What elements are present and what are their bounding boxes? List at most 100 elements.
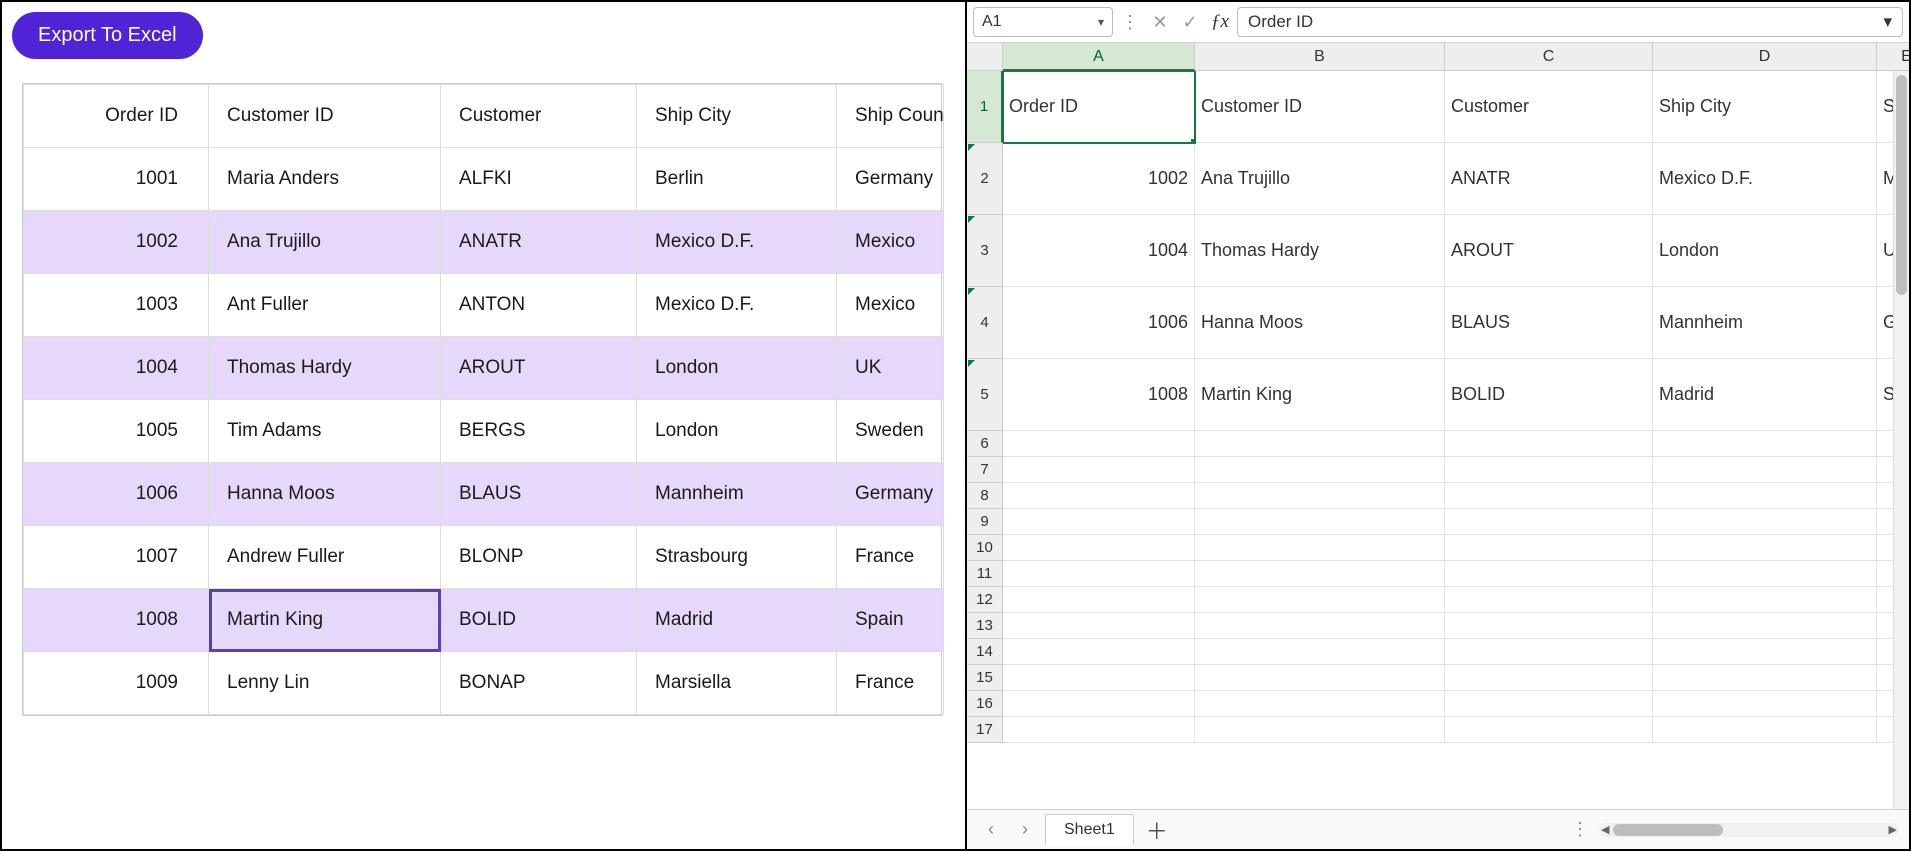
chevron-down-icon[interactable]: ▾ — [1883, 12, 1892, 32]
cell[interactable]: Martin King — [1195, 359, 1445, 431]
sheet-tab[interactable]: Sheet1 — [1045, 814, 1134, 845]
cell[interactable] — [1195, 535, 1445, 561]
more-icon[interactable]: ⋮ — [1567, 819, 1593, 840]
cell[interactable] — [1653, 509, 1877, 535]
column-header[interactable]: B — [1195, 43, 1445, 71]
cell[interactable] — [1195, 587, 1445, 613]
cell[interactable]: 1004 — [1003, 215, 1195, 287]
cell[interactable]: Madrid — [1653, 359, 1877, 431]
row-header[interactable]: 1 — [967, 71, 1003, 143]
cell[interactable] — [1195, 691, 1445, 717]
cell[interactable]: ALFKI — [441, 148, 637, 211]
row-header[interactable]: 12 — [967, 587, 1003, 613]
table-row[interactable]: 1001Maria AndersALFKIBerlinGermany — [24, 148, 944, 211]
cell[interactable]: France — [837, 652, 944, 715]
cell[interactable]: 1004 — [24, 337, 209, 400]
sheet-area[interactable]: ABCDE 1234567891011121314151617 Order ID… — [967, 43, 1909, 809]
cell[interactable] — [1003, 691, 1195, 717]
cell[interactable]: Mexico D.F. — [637, 274, 837, 337]
row-header[interactable]: 15 — [967, 665, 1003, 691]
cell[interactable] — [1003, 613, 1195, 639]
cell[interactable] — [1195, 509, 1445, 535]
cell[interactable]: Hanna Moos — [1195, 287, 1445, 359]
cell[interactable]: BOLID — [1445, 359, 1653, 431]
cell[interactable] — [1653, 691, 1877, 717]
cell[interactable]: Madrid — [637, 589, 837, 652]
column-header[interactable]: Customer — [441, 85, 637, 148]
cell[interactable] — [1445, 561, 1653, 587]
cell[interactable]: Germany — [837, 463, 944, 526]
cell[interactable] — [1445, 587, 1653, 613]
row-header[interactable]: 11 — [967, 561, 1003, 587]
cell[interactable]: Lenny Lin — [209, 652, 441, 715]
cell[interactable]: BLAUS — [1445, 287, 1653, 359]
cell[interactable]: Ant Fuller — [209, 274, 441, 337]
table-row[interactable]: 1007Andrew FullerBLONPStrasbourgFrance — [24, 526, 944, 589]
cell[interactable]: 1008 — [1003, 359, 1195, 431]
cell[interactable]: 1009 — [24, 652, 209, 715]
cell[interactable]: 1003 — [24, 274, 209, 337]
fx-icon[interactable]: ƒx — [1207, 11, 1233, 33]
column-header[interactable]: D — [1653, 43, 1877, 71]
cell[interactable]: Spain — [837, 589, 944, 652]
cell[interactable]: 1005 — [24, 400, 209, 463]
cell[interactable]: Berlin — [637, 148, 837, 211]
row-header[interactable]: 7 — [967, 457, 1003, 483]
cell[interactable] — [1003, 431, 1195, 457]
cell[interactable]: BLONP — [441, 526, 637, 589]
row-header[interactable]: 4 — [967, 287, 1003, 359]
row-header[interactable]: 8 — [967, 483, 1003, 509]
column-header[interactable]: Order ID — [24, 85, 209, 148]
cell[interactable]: Ship City — [1653, 71, 1877, 143]
cell[interactable]: Mexico D.F. — [1653, 143, 1877, 215]
cell[interactable]: ANTON — [441, 274, 637, 337]
cell[interactable] — [1195, 483, 1445, 509]
table-row[interactable]: 1008Martin KingBOLIDMadridSpain — [24, 589, 944, 652]
cell[interactable]: Order ID — [1003, 71, 1195, 143]
cell[interactable] — [1653, 665, 1877, 691]
cell[interactable]: Martin King — [209, 589, 441, 652]
cell[interactable] — [1195, 717, 1445, 743]
cell[interactable]: Mannheim — [1653, 287, 1877, 359]
row-header[interactable]: 3 — [967, 215, 1003, 287]
cell[interactable]: Sweden — [837, 400, 944, 463]
cell[interactable] — [1003, 639, 1195, 665]
cell[interactable] — [1445, 535, 1653, 561]
cell[interactable]: Tim Adams — [209, 400, 441, 463]
row-header[interactable]: 5 — [967, 359, 1003, 431]
row-header[interactable]: 10 — [967, 535, 1003, 561]
cell[interactable] — [1445, 691, 1653, 717]
cell[interactable] — [1003, 535, 1195, 561]
cell[interactable]: Thomas Hardy — [209, 337, 441, 400]
export-button[interactable]: Export To Excel — [12, 12, 203, 59]
cell[interactable] — [1195, 457, 1445, 483]
cell[interactable] — [1653, 483, 1877, 509]
table-row[interactable]: 1002Ana TrujilloANATRMexico D.F.Mexico — [24, 211, 944, 274]
cell[interactable] — [1445, 457, 1653, 483]
cell[interactable] — [1195, 431, 1445, 457]
cell[interactable] — [1445, 509, 1653, 535]
cell[interactable] — [1195, 639, 1445, 665]
cell[interactable]: 1002 — [1003, 143, 1195, 215]
cell[interactable]: Mexico D.F. — [637, 211, 837, 274]
cell[interactable] — [1445, 483, 1653, 509]
cell[interactable] — [1653, 561, 1877, 587]
column-header[interactable]: Ship City — [637, 85, 837, 148]
column-header[interactable]: C — [1445, 43, 1653, 71]
cancel-icon[interactable]: ✕ — [1147, 12, 1173, 33]
cell[interactable]: Customer — [1445, 71, 1653, 143]
name-box[interactable]: A1 ▾ — [973, 7, 1113, 37]
cell[interactable] — [1653, 613, 1877, 639]
cell[interactable]: 1007 — [24, 526, 209, 589]
cell[interactable] — [1003, 587, 1195, 613]
cell[interactable]: Ana Trujillo — [209, 211, 441, 274]
cell[interactable] — [1195, 613, 1445, 639]
cell[interactable] — [1003, 561, 1195, 587]
accept-icon[interactable]: ✓ — [1177, 12, 1203, 33]
column-header[interactable]: A — [1003, 43, 1195, 71]
next-sheet-icon[interactable]: › — [1011, 819, 1039, 840]
cell[interactable]: 1001 — [24, 148, 209, 211]
chevron-down-icon[interactable]: ▾ — [1098, 15, 1104, 29]
cell[interactable] — [1003, 457, 1195, 483]
cell[interactable]: UK — [837, 337, 944, 400]
